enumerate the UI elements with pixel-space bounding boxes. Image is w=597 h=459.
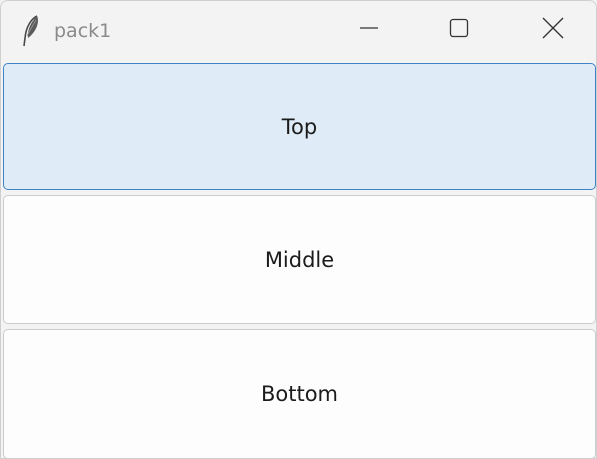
title-bar[interactable]: pack1	[1, 1, 596, 61]
window-title: pack1	[54, 20, 112, 42]
feather-icon	[21, 14, 41, 48]
minimize-button[interactable]	[324, 1, 414, 59]
maximize-button[interactable]	[414, 1, 504, 59]
close-icon	[542, 17, 564, 43]
top-button-label: Top	[281, 114, 318, 139]
close-button[interactable]	[508, 1, 596, 59]
top-button[interactable]: Top	[3, 63, 596, 190]
minimize-icon	[359, 18, 379, 42]
maximize-icon	[449, 18, 469, 42]
app-window: pack1 Top Middle Bottom	[0, 0, 597, 459]
middle-button[interactable]: Middle	[3, 195, 596, 324]
middle-button-label: Middle	[264, 247, 335, 272]
bottom-button[interactable]: Bottom	[3, 329, 596, 458]
bottom-button-label: Bottom	[260, 382, 339, 406]
